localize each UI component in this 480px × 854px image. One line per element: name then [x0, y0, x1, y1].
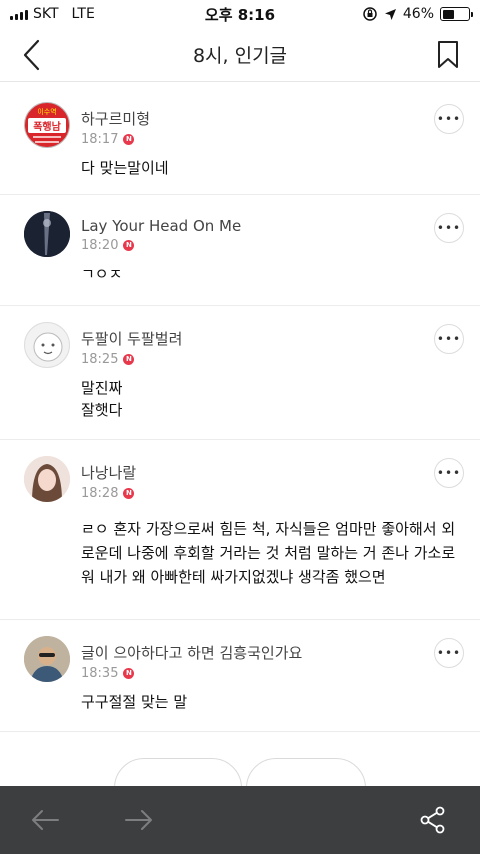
page-title: 8시, 인기글: [192, 45, 288, 67]
new-badge: N: [123, 488, 135, 499]
comment-author[interactable]: 나낭나랄: [81, 462, 456, 483]
comment-author[interactable]: Lay Your Head On Me: [81, 217, 456, 235]
comment-time: 18:35: [81, 666, 119, 681]
time-row: 18:28 N: [81, 486, 456, 501]
comment-text: 말진짜 잘햇다: [81, 379, 123, 419]
comment-text: ㄹㅇ 혼자 가장으로써 힘든 척, 자식들은 엄마만 좋아해서 외로운데 나중에…: [81, 520, 456, 586]
signal-icon: [10, 8, 28, 20]
avatar[interactable]: [24, 211, 70, 257]
comment-item: Lay Your Head On Me 18:20 N ㄱㅇㅈ •••: [0, 195, 480, 306]
time-row: 18:20 N: [81, 238, 456, 253]
status-right: 46%: [310, 6, 473, 22]
comment-time: 18:17: [81, 132, 119, 147]
action-pill-row: [0, 758, 480, 818]
more-options-button[interactable]: •••: [434, 458, 464, 488]
more-options-button[interactable]: •••: [434, 324, 464, 354]
time-row: 18:25 N: [81, 352, 456, 367]
avatar[interactable]: [24, 456, 70, 502]
network-label: LTE: [71, 6, 95, 22]
comment-time: 18:28: [81, 486, 119, 501]
avatar-label: 폭행남: [28, 118, 66, 133]
location-icon: [384, 8, 396, 20]
comment-meta: Lay Your Head On Me 18:20 N: [81, 209, 456, 253]
bookmark-icon[interactable]: [436, 40, 460, 70]
comment-item: 글이 으아하다고 하면 김흥국인가요 18:35 N 구구절절 맞는 말 •••: [0, 620, 480, 732]
more-icon: •••: [436, 466, 462, 480]
carrier-label: SKT: [33, 6, 59, 22]
comment-time: 18:20: [81, 238, 119, 253]
avatar-image: [24, 636, 70, 682]
avatar[interactable]: [24, 636, 70, 682]
time-row: 18:35 N: [81, 666, 456, 681]
more-options-button[interactable]: •••: [434, 104, 464, 134]
status-left: SKT LTE: [10, 6, 170, 22]
more-icon: •••: [436, 646, 462, 660]
comment-author[interactable]: 글이 으아하다고 하면 김흥국인가요: [81, 642, 456, 663]
comment-text: 구구절절 맞는 말: [81, 693, 188, 711]
more-options-button[interactable]: •••: [434, 213, 464, 243]
more-icon: •••: [436, 112, 462, 126]
comment-meta: 나낭나랄 18:28 N: [81, 454, 456, 501]
share-icon[interactable]: [420, 806, 446, 834]
more-icon: •••: [436, 332, 462, 346]
more-icon: •••: [436, 221, 462, 235]
arrow-right-icon[interactable]: [124, 808, 154, 832]
status-bar: SKT LTE 오후 8:16 46%: [0, 0, 480, 28]
nav-bar: 8시, 인기글: [0, 28, 480, 82]
avatar-fineprint: [35, 141, 59, 143]
avatar-image: [33, 332, 63, 362]
orientation-lock-icon: [363, 7, 377, 21]
comment-meta: 글이 으아하다고 하면 김흥국인가요 18:35 N: [81, 634, 456, 681]
battery-percent: 46%: [402, 6, 434, 22]
avatar-caption: 이수역: [37, 108, 57, 116]
status-time: 오후 8:16: [204, 5, 276, 24]
avatar-image: [24, 211, 70, 257]
battery-icon: [440, 7, 473, 21]
comment-item: 두팔이 두팔벌려 18:25 N 말진짜 잘햇다 •••: [0, 306, 480, 440]
comment-text: 다 맞는말이네: [81, 159, 169, 177]
new-badge: N: [123, 240, 135, 251]
comment-list: 이수역 폭행남 하구르미형 18:17 N 다 맞는말이네 ••• Lay Yo…: [0, 86, 480, 786]
comment-author[interactable]: 두팔이 두팔벌려: [81, 328, 456, 349]
comment-text: ㄱㅇㅈ: [81, 265, 123, 283]
battery-fill: [442, 9, 454, 19]
comment-time: 18:25: [81, 352, 119, 367]
comment-meta: 하구르미형 18:17 N: [81, 100, 456, 147]
avatar-image: [24, 456, 70, 502]
new-badge: N: [123, 134, 135, 145]
comment-author[interactable]: 하구르미형: [81, 108, 456, 129]
more-options-button[interactable]: •••: [434, 638, 464, 668]
bottom-toolbar: [0, 786, 480, 854]
new-badge: N: [123, 354, 135, 365]
comment-meta: 두팔이 두팔벌려 18:25 N: [81, 320, 456, 367]
avatar-fineprint: [33, 136, 61, 138]
arrow-left-icon[interactable]: [30, 808, 60, 832]
chevron-left-icon[interactable]: [18, 38, 48, 72]
comment-item: 나낭나랄 18:28 N ㄹㅇ 혼자 가장으로써 힘든 척, 자식들은 엄마만 …: [0, 440, 480, 620]
time-row: 18:17 N: [81, 132, 456, 147]
new-badge: N: [123, 668, 135, 679]
avatar[interactable]: [24, 322, 70, 368]
avatar[interactable]: 이수역 폭행남: [24, 102, 70, 148]
comment-item: 이수역 폭행남 하구르미형 18:17 N 다 맞는말이네 •••: [0, 86, 480, 195]
